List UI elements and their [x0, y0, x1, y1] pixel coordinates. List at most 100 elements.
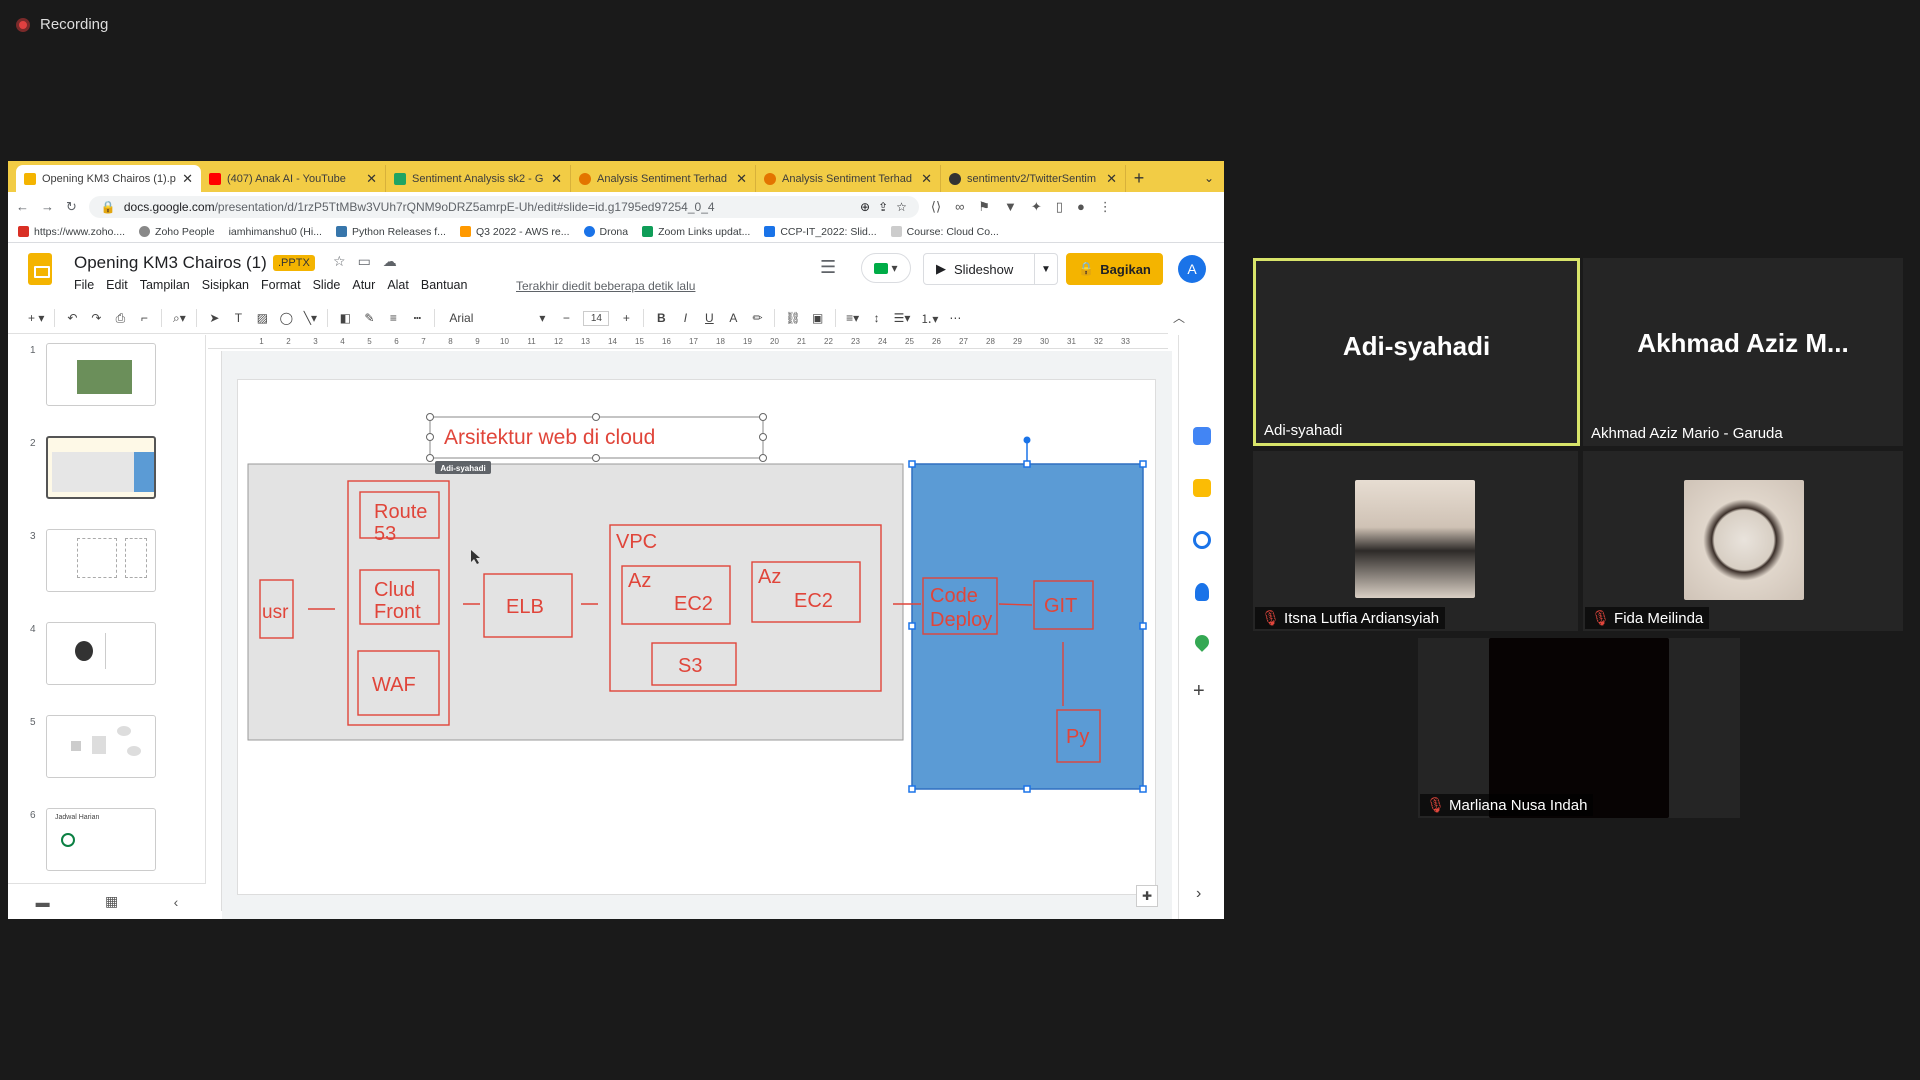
- share-button[interactable]: 🔒 Bagikan: [1066, 253, 1163, 285]
- keep-icon[interactable]: [1193, 479, 1211, 497]
- bookmark-star-icon[interactable]: ☆: [896, 200, 907, 214]
- close-tab-icon[interactable]: ✕: [736, 171, 747, 187]
- sidebar-icon[interactable]: ▯: [1056, 199, 1063, 215]
- font-size-field[interactable]: 14: [583, 310, 610, 326]
- participant-tile[interactable]: Akhmad Aziz M... Akhmad Aziz Mario - Gar…: [1583, 258, 1903, 446]
- grid-view-icon[interactable]: ▦: [105, 893, 118, 910]
- slides-logo-icon[interactable]: [28, 253, 52, 285]
- font-select[interactable]: Arial: [445, 311, 525, 325]
- bookmark[interactable]: Python Releases f...: [335, 226, 446, 238]
- new-slide-icon[interactable]: + ▾: [28, 311, 44, 325]
- menu-arrange[interactable]: Atur: [352, 278, 375, 292]
- rotate-handle[interactable]: [1023, 436, 1031, 444]
- slideshow-button[interactable]: ▶ Slideshow ▼: [923, 253, 1058, 285]
- bookmark[interactable]: Zoom Links updat...: [642, 226, 750, 238]
- extension-icon[interactable]: ▼: [1004, 199, 1017, 215]
- menu-format[interactable]: Format: [261, 278, 301, 292]
- browser-tab[interactable]: Sentiment Analysis sk2 - G ✕: [386, 165, 571, 192]
- close-tab-icon[interactable]: ✕: [551, 171, 562, 187]
- close-tab-icon[interactable]: ✕: [366, 171, 377, 187]
- new-tab-icon[interactable]: +: [1126, 165, 1152, 192]
- explore-icon[interactable]: ✚: [1136, 885, 1158, 907]
- text-box-icon[interactable]: T: [231, 311, 245, 325]
- tab-search-icon[interactable]: ⌄: [1204, 165, 1214, 192]
- decrease-size-icon[interactable]: −: [559, 311, 573, 325]
- bulleted-list-icon[interactable]: ☰▾: [894, 311, 911, 325]
- forward-icon[interactable]: →: [41, 199, 54, 214]
- back-icon[interactable]: ←: [16, 199, 29, 214]
- menu-file[interactable]: File: [74, 278, 94, 292]
- menu-slide[interactable]: Slide: [313, 278, 341, 292]
- participant-tile[interactable]: 🎙 Fida Meilinda: [1583, 451, 1903, 631]
- browser-tab[interactable]: (407) Anak AI - YouTube ✕: [201, 165, 386, 192]
- italic-icon[interactable]: I: [678, 311, 692, 325]
- print-icon[interactable]: ⎙: [113, 311, 127, 326]
- chevron-down-icon[interactable]: ▼: [1035, 264, 1057, 275]
- close-tab-icon[interactable]: ✕: [182, 171, 193, 187]
- zoom-icon[interactable]: ⌕▾: [172, 311, 186, 326]
- contacts-icon[interactable]: [1195, 583, 1209, 601]
- chevron-down-icon[interactable]: ▾: [535, 311, 549, 325]
- close-tab-icon[interactable]: ✕: [921, 171, 932, 187]
- bookmark[interactable]: iamhimanshu0 (Hi...: [229, 226, 322, 238]
- text-color-icon[interactable]: A: [726, 311, 740, 325]
- redo-icon[interactable]: ↷: [89, 311, 103, 325]
- more-icon[interactable]: ⋯: [948, 311, 962, 325]
- shape-icon[interactable]: ◯: [279, 311, 293, 325]
- menu-edit[interactable]: Edit: [106, 278, 128, 292]
- profile-icon[interactable]: ●: [1077, 199, 1085, 215]
- reload-icon[interactable]: ↻: [66, 199, 77, 215]
- image-icon[interactable]: ▨: [255, 311, 269, 325]
- slide-thumbnail[interactable]: [46, 343, 156, 406]
- underline-icon[interactable]: U: [702, 311, 716, 325]
- border-color-icon[interactable]: ✎: [362, 311, 376, 325]
- paint-format-icon[interactable]: ⌐: [137, 311, 151, 325]
- increase-size-icon[interactable]: +: [619, 311, 633, 325]
- select-cursor-icon[interactable]: ➤: [207, 311, 221, 325]
- menu-help[interactable]: Bantuan: [421, 278, 468, 292]
- numbered-list-icon[interactable]: ⒈▾: [920, 310, 938, 327]
- browser-tab[interactable]: Analysis Sentiment Terhad ✕: [756, 165, 941, 192]
- menu-view[interactable]: Tampilan: [140, 278, 190, 292]
- comment-history-icon[interactable]: ☰: [820, 257, 836, 278]
- participant-tile-active-speaker[interactable]: Adi-syahadi Adi-syahadi: [1253, 258, 1580, 446]
- move-folder-icon[interactable]: ▭: [358, 253, 371, 270]
- bookmark[interactable]: https://www.zoho....: [18, 226, 125, 238]
- slide-thumbnail[interactable]: [46, 529, 156, 592]
- cloud-saved-icon[interactable]: ☁: [383, 253, 397, 270]
- share-page-icon[interactable]: ⇪: [878, 200, 888, 214]
- add-addon-icon[interactable]: +: [1193, 680, 1205, 703]
- menu-insert[interactable]: Sisipkan: [202, 278, 249, 292]
- collapse-filmstrip-icon[interactable]: ‹: [174, 894, 179, 910]
- bookmark[interactable]: CCP-IT_2022: Slid...: [764, 226, 877, 238]
- maps-icon[interactable]: [1192, 632, 1212, 652]
- more-icon[interactable]: ⋮: [1099, 199, 1112, 215]
- undo-icon[interactable]: ↶: [65, 311, 79, 325]
- bookmark[interactable]: Course: Cloud Co...: [890, 226, 999, 238]
- align-icon[interactable]: ≡▾: [846, 311, 860, 325]
- slide-thumbnail[interactable]: Jadwal Harian: [46, 808, 156, 871]
- expand-panel-icon[interactable]: ›: [1196, 885, 1201, 903]
- menu-tools[interactable]: Alat: [387, 278, 409, 292]
- filmstrip-view-icon[interactable]: ▬: [36, 894, 50, 910]
- extension-icon[interactable]: ⟨⟩: [931, 199, 941, 215]
- tasks-icon[interactable]: [1193, 531, 1211, 549]
- fill-color-icon[interactable]: ◧: [338, 311, 352, 325]
- highlight-icon[interactable]: ✏: [750, 311, 764, 325]
- collapse-menu-icon[interactable]: ︿: [1173, 309, 1185, 326]
- extension-icon[interactable]: ∞: [955, 199, 964, 215]
- star-icon[interactable]: ☆: [333, 253, 346, 270]
- browser-tab[interactable]: Analysis Sentiment Terhad ✕: [571, 165, 756, 192]
- calendar-icon[interactable]: [1193, 427, 1211, 445]
- account-avatar[interactable]: A: [1178, 255, 1206, 283]
- browser-tab[interactable]: Opening KM3 Chairos (1).p ✕: [16, 165, 201, 192]
- line-icon[interactable]: ╲▾: [303, 311, 317, 325]
- meet-button[interactable]: ▾: [861, 253, 911, 283]
- line-spacing-icon[interactable]: ↕: [870, 311, 884, 325]
- border-weight-icon[interactable]: ≡: [386, 311, 400, 325]
- link-icon[interactable]: ⛓: [785, 311, 800, 325]
- puzzle-icon[interactable]: ✦: [1031, 199, 1042, 215]
- url-bar[interactable]: 🔒 docs.google.com/presentation/d/1rzP5Tt…: [88, 195, 919, 218]
- bookmark[interactable]: Drona: [583, 226, 628, 238]
- bookmark[interactable]: Q3 2022 - AWS re...: [459, 226, 570, 238]
